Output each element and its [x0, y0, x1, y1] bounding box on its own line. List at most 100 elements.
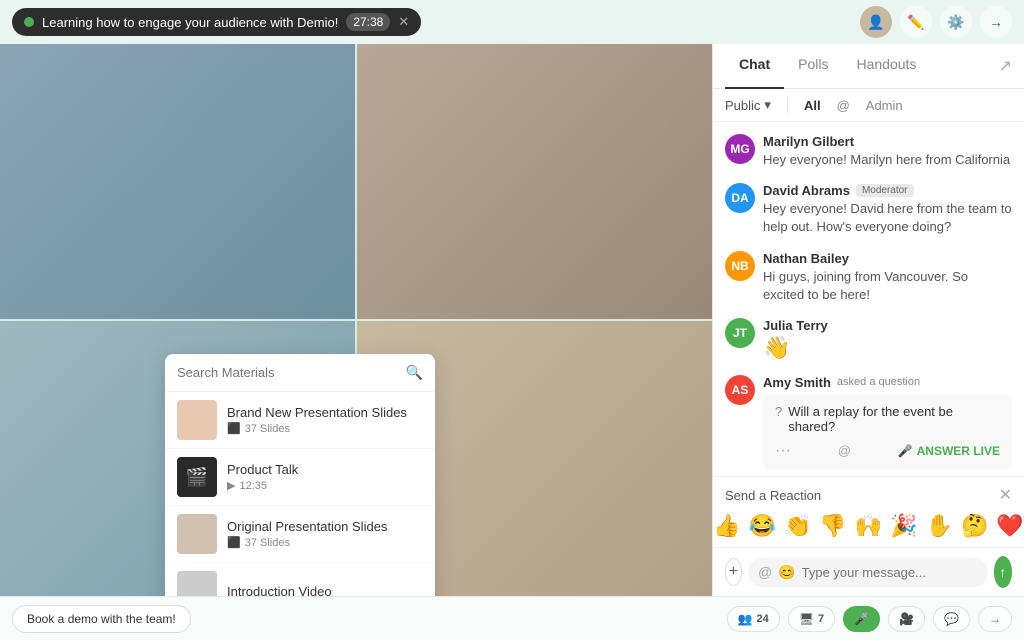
- chat-message-0: MG Marilyn Gilbert Hey everyone! Marilyn…: [725, 134, 1012, 169]
- tab-chat[interactable]: Chat: [725, 44, 784, 89]
- msg-body-4: Amy Smith asked a question ? Will a repl…: [763, 375, 1012, 470]
- material-meta-2: ⬛ 37 Slides: [227, 536, 423, 549]
- main-content: 🔍 Brand New Presentation Slides ⬛ 37 Sli…: [0, 44, 1024, 596]
- people-icon: 👥: [738, 612, 753, 626]
- msg-header-3: Julia Terry: [763, 318, 1012, 333]
- reaction-raised-hands[interactable]: 🙌: [855, 513, 882, 539]
- reaction-thumbsup[interactable]: 👍: [713, 513, 740, 539]
- reaction-close-icon[interactable]: ✕: [999, 485, 1012, 505]
- close-session-icon[interactable]: ✕: [398, 14, 409, 30]
- chat-input-row: + @ 😊 ↑: [713, 547, 1024, 596]
- reaction-header: Send a Reaction ✕: [725, 485, 1012, 505]
- camera-icon: 🎥: [899, 612, 914, 626]
- reaction-heart[interactable]: ❤️: [996, 513, 1023, 539]
- host-avatar: 👤: [860, 6, 892, 38]
- reaction-thinking[interactable]: 🤔: [961, 513, 988, 539]
- msg-text-2: Hi guys, joining from Vancouver. So exci…: [763, 268, 1012, 304]
- chat-message-2: NB Nathan Bailey Hi guys, joining from V…: [725, 251, 1012, 304]
- add-button[interactable]: +: [725, 558, 742, 586]
- chat-button[interactable]: 💬: [933, 606, 970, 632]
- moderator-badge: Moderator: [856, 184, 914, 197]
- chat-input[interactable]: [802, 565, 978, 580]
- tab-polls[interactable]: Polls: [784, 44, 842, 89]
- settings-button[interactable]: ⚙️: [940, 6, 972, 38]
- material-info-1: Product Talk ▶ 12:35: [227, 462, 423, 492]
- top-bar: Learning how to engage your audience wit…: [0, 0, 1024, 44]
- material-title-0: Brand New Presentation Slides: [227, 405, 423, 420]
- reaction-party[interactable]: 🎉: [890, 513, 917, 539]
- chat-filter: Public ▾ All @ Admin: [713, 89, 1024, 122]
- video-cell-1: [0, 44, 355, 319]
- reaction-panel: Send a Reaction ✕ 👍 😂 👏 👎 🙌 🎉 ✋ 🤔 ❤️: [713, 476, 1024, 547]
- video-placeholder-2: [357, 44, 712, 319]
- video-placeholder-1: [0, 44, 355, 319]
- msg-name-3: Julia Terry: [763, 318, 828, 333]
- material-item-1[interactable]: 🎬 Product Talk ▶ 12:35: [165, 449, 435, 506]
- slides-icon-2: ⬛: [227, 536, 241, 549]
- reaction-laugh[interactable]: 😂: [749, 513, 776, 539]
- input-wrap: @ 😊: [748, 558, 988, 587]
- demo-badge[interactable]: Book a demo with the team!: [12, 605, 191, 633]
- camera-button[interactable]: 🎥: [888, 606, 925, 632]
- chat-message-3: JT Julia Terry 👋: [725, 318, 1012, 361]
- chat-tabs: Chat Polls Handouts ↗: [713, 44, 1024, 89]
- reaction-thumbsdown[interactable]: 👎: [819, 513, 846, 539]
- at-icon[interactable]: @: [838, 443, 851, 458]
- exit-icon: →: [989, 612, 1001, 626]
- tab-handouts[interactable]: Handouts: [842, 44, 930, 89]
- attendees-button[interactable]: 👥 24: [727, 606, 780, 632]
- chat-panel: Chat Polls Handouts ↗ Public ▾ All @ Adm…: [712, 44, 1024, 596]
- question-text: ? Will a replay for the event be shared?: [775, 404, 1000, 434]
- msg-header-0: Marilyn Gilbert: [763, 134, 1012, 149]
- material-item-3[interactable]: Introduction Video: [165, 563, 435, 596]
- avatar-nathan: NB: [725, 251, 755, 281]
- material-meta-0: ⬛ 37 Slides: [227, 422, 423, 435]
- send-button[interactable]: ↑: [994, 556, 1012, 588]
- exit-ctrl-button[interactable]: →: [978, 606, 1012, 632]
- reaction-clap[interactable]: 👏: [784, 513, 811, 539]
- filter-all[interactable]: All: [804, 98, 821, 113]
- msg-header-2: Nathan Bailey: [763, 251, 1012, 266]
- material-item-0[interactable]: Brand New Presentation Slides ⬛ 37 Slide…: [165, 392, 435, 449]
- msg-body-0: Marilyn Gilbert Hey everyone! Marilyn he…: [763, 134, 1012, 169]
- material-item-2[interactable]: Original Presentation Slides ⬛ 37 Slides: [165, 506, 435, 563]
- bottom-bar: Book a demo with the team! 👥 24 🖥 7 🎤 🎥 …: [0, 596, 1024, 640]
- video-cell-2: [357, 44, 712, 319]
- chat-icon: 💬: [944, 612, 959, 626]
- chevron-down-icon: ▾: [764, 97, 771, 113]
- filter-divider: [787, 97, 788, 113]
- chat-messages: MG Marilyn Gilbert Hey everyone! Marilyn…: [713, 122, 1024, 476]
- external-link-icon[interactable]: ↗: [999, 44, 1012, 88]
- avatar-amy: AS: [725, 375, 755, 405]
- materials-icon: 🖥: [799, 612, 814, 626]
- msg-emoji-3: 👋: [763, 335, 1012, 361]
- materials-panel: 🔍 Brand New Presentation Slides ⬛ 37 Sli…: [165, 354, 435, 596]
- more-options-icon[interactable]: ···: [775, 442, 791, 460]
- msg-name-2: Nathan Bailey: [763, 251, 849, 266]
- msg-text-0: Hey everyone! Marilyn here from Californ…: [763, 151, 1012, 169]
- emoji-input-icon[interactable]: 😊: [778, 564, 795, 581]
- scope-filter[interactable]: Public ▾: [725, 97, 771, 113]
- video-icon-1: ▶: [227, 479, 235, 492]
- session-badge: Learning how to engage your audience wit…: [12, 8, 421, 36]
- chat-message-1: DA David Abrams Moderator Hey everyone! …: [725, 183, 1012, 236]
- exit-button[interactable]: →: [980, 6, 1012, 38]
- reaction-hand[interactable]: ✋: [926, 513, 953, 539]
- mic-button[interactable]: 🎤: [843, 606, 880, 632]
- at-input-icon[interactable]: @: [758, 564, 772, 580]
- filter-at[interactable]: @: [837, 98, 850, 113]
- material-thumb-0: [177, 400, 217, 440]
- answer-live-button[interactable]: 🎤 ANSWER LIVE: [898, 444, 1000, 458]
- material-info-2: Original Presentation Slides ⬛ 37 Slides: [227, 519, 423, 549]
- materials-button[interactable]: 🖥 7: [788, 606, 835, 632]
- msg-name-4: Amy Smith: [763, 375, 831, 390]
- edit-button[interactable]: ✏️: [900, 6, 932, 38]
- material-thumb-3: [177, 571, 217, 596]
- avatar-marilyn: MG: [725, 134, 755, 164]
- msg-body-2: Nathan Bailey Hi guys, joining from Vanc…: [763, 251, 1012, 304]
- question-badge: asked a question: [837, 376, 920, 388]
- search-icon: 🔍: [406, 364, 423, 381]
- materials-search-input[interactable]: [177, 365, 398, 380]
- filter-admin[interactable]: Admin: [866, 98, 903, 113]
- chat-message-4: AS Amy Smith asked a question ? Will a r…: [725, 375, 1012, 470]
